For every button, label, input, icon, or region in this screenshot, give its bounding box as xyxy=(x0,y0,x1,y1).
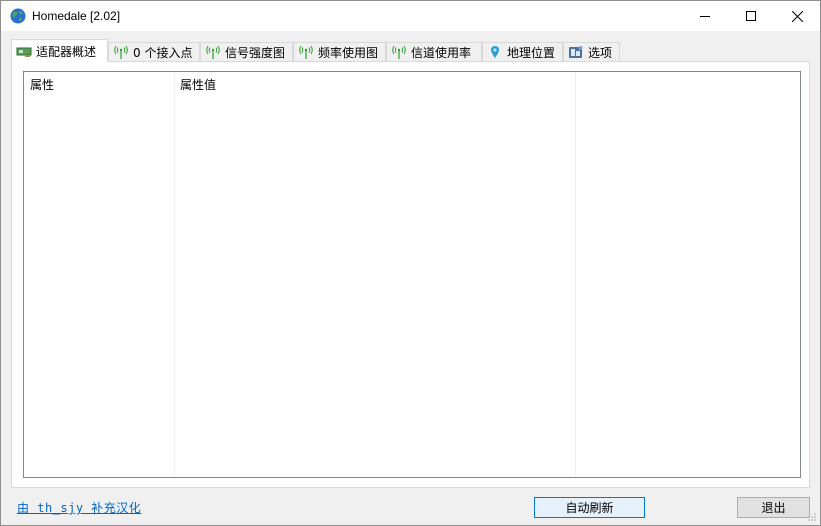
close-button[interactable] xyxy=(774,1,820,31)
exit-label: 退出 xyxy=(761,501,786,515)
maximize-icon xyxy=(746,11,756,21)
auto-refresh-label: 自动刷新 xyxy=(565,501,614,515)
tab-access-points[interactable]: 0 个接入点 xyxy=(108,42,200,61)
tab-channel-usage[interactable]: 信道使用率 xyxy=(386,42,482,61)
auto-refresh-button[interactable]: 自动刷新 xyxy=(534,497,645,518)
column-header-property[interactable]: 属性 xyxy=(30,76,54,93)
title-bar[interactable]: Homedale [2.02] xyxy=(1,1,820,31)
tab-label: 频率使用图 xyxy=(318,45,379,60)
network-adapter-icon xyxy=(16,47,32,57)
column-divider[interactable] xyxy=(575,72,576,477)
tab-label: 0 个接入点 xyxy=(133,45,193,60)
tab-panel: 属性 属性值 xyxy=(11,61,810,488)
tab-geolocation[interactable]: 地理位置 xyxy=(482,42,563,61)
wifi-signal-icon xyxy=(299,45,313,59)
location-pin-icon xyxy=(491,46,499,58)
tab-frequency-usage[interactable]: 频率使用图 xyxy=(293,42,386,61)
minimize-icon xyxy=(700,16,710,17)
tab-label: 信号强度图 xyxy=(225,45,286,60)
exit-button[interactable]: 退出 xyxy=(737,497,810,518)
tab-options[interactable]: 选项 xyxy=(563,42,620,61)
column-divider[interactable] xyxy=(174,72,175,477)
wifi-signal-icon xyxy=(392,45,406,59)
tab-label: 信道使用率 xyxy=(411,45,472,60)
wifi-signal-icon xyxy=(206,45,220,59)
column-header-value[interactable]: 属性值 xyxy=(180,76,216,93)
minimize-button[interactable] xyxy=(682,1,728,31)
maximize-button[interactable] xyxy=(728,1,774,31)
globe-icon xyxy=(10,8,26,24)
adapter-properties-list[interactable]: 属性 属性值 xyxy=(23,71,801,478)
tab-adapter-overview[interactable]: 适配器概述 xyxy=(11,39,108,62)
tab-label: 地理位置 xyxy=(507,45,556,60)
close-icon xyxy=(791,10,803,22)
tab-strip: 适配器概述 0 个接入点 信号强度图 频率使用图 信道使用率 地理位置 选项 xyxy=(9,39,809,62)
window-title: Homedale [2.02] xyxy=(32,9,121,23)
tab-label: 选项 xyxy=(588,45,613,60)
wifi-signal-icon xyxy=(114,45,128,59)
tab-signal-strength[interactable]: 信号强度图 xyxy=(200,42,293,61)
tab-label: 适配器概述 xyxy=(36,44,97,59)
resize-grip-icon[interactable] xyxy=(807,512,817,522)
settings-icon xyxy=(569,46,583,58)
translation-credit-link[interactable]: 由 th_sjy 补充汉化 xyxy=(17,499,141,516)
app-window: Homedale [2.02] 适配器概述 0 个接入点 信号强度图 频率使用图… xyxy=(0,0,821,526)
